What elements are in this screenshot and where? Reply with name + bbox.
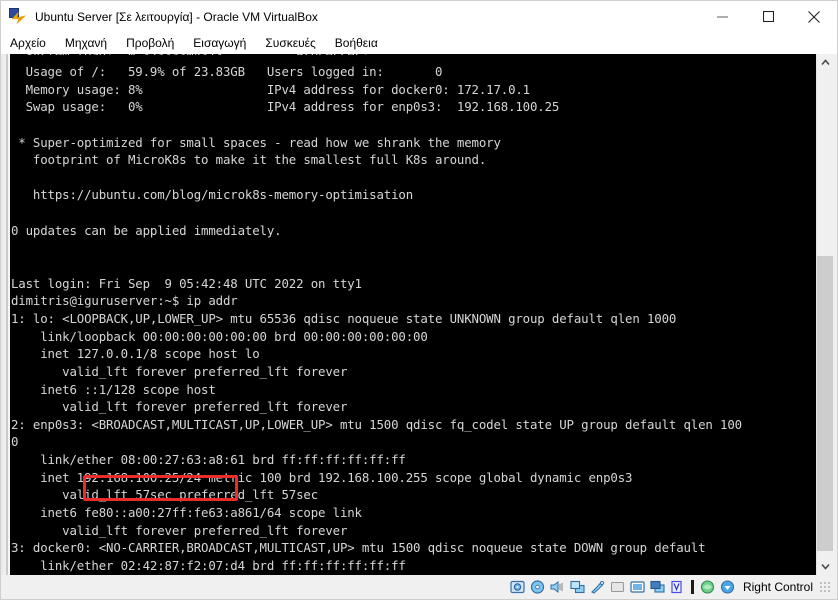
minimize-button[interactable] (699, 1, 745, 32)
terminal-line: System load: 0.32333304313 Processes: (10, 54, 816, 55)
terminal-line: * Super-optimized for small spaces - rea… (11, 134, 501, 150)
window-title: Ubuntu Server [Σε λειτουργία] - Oracle V… (35, 9, 318, 24)
terminal-line: valid_lft 57sec preferred_lft 57sec (11, 487, 319, 503)
menu-item-view[interactable]: Προβολή (126, 34, 183, 52)
host-key-label: Right Control (742, 580, 813, 594)
screen-left-border (1, 54, 10, 575)
status-icon-group (509, 580, 736, 595)
terminal-line: footprint of MicroK8s to make it the sma… (11, 152, 487, 168)
terminal-line: 1: lo: <LOOPBACK,UP,LOWER_UP> mtu 65536 … (11, 310, 677, 326)
close-button[interactable] (791, 1, 837, 32)
terminal-line: inet 127.0.0.1/8 scope host lo (11, 346, 260, 362)
menu-item-input[interactable]: Εισαγωγή (193, 34, 255, 52)
terminal-line: valid_lft forever preferred_lft forever (11, 522, 348, 538)
screen-right-border (833, 54, 837, 575)
terminal-line: link/ether 02:42:87:f2:07:d4 brd ff:ff:f… (11, 557, 406, 573)
hard-disk-icon[interactable] (509, 580, 526, 595)
terminal-line: 2: enp0s3: <BROADCAST,MULTICAST,UP,LOWER… (11, 416, 742, 432)
title-bar: Ubuntu Server [Σε λειτουργία] - Oracle V… (1, 1, 837, 32)
menu-bar: Αρχείο Μηχανή Προβολή Εισαγωγή Συσκευές … (1, 32, 837, 54)
host-key-icon[interactable] (719, 580, 736, 595)
vertical-scrollbar[interactable] (816, 54, 833, 575)
resize-grip[interactable] (819, 581, 831, 593)
menu-item-devices[interactable]: Συσκευές (265, 34, 324, 52)
scroll-down-arrow-icon[interactable] (817, 558, 833, 575)
video-capture-icon[interactable] (669, 580, 686, 595)
menu-item-machine[interactable]: Μηχανή (65, 34, 116, 52)
terminal-line: Usage of /: 59.9% of 23.83GB Users logge… (11, 64, 443, 79)
terminal-line: https://ubuntu.com/blog/microk8s-memory-… (11, 187, 414, 203)
guest-terminal[interactable]: System load: 0.32333304313 Processes: Us… (10, 54, 816, 575)
scrollbar-track[interactable] (817, 71, 833, 558)
optical-disk-icon[interactable] (529, 580, 546, 595)
shared-folders-icon[interactable] (609, 580, 626, 595)
maximize-button[interactable] (745, 1, 791, 32)
scrollbar-thumb[interactable] (817, 256, 833, 551)
guest-screen-area: System load: 0.32333304313 Processes: Us… (1, 54, 837, 575)
virtualbox-logo-icon (9, 7, 27, 26)
scroll-up-arrow-icon[interactable] (817, 54, 833, 71)
terminal-line: 0 (11, 434, 19, 450)
audio-icon[interactable] (549, 580, 566, 595)
terminal-line: inet6 fe80::a00:27ff:fe63:a861/64 scope … (11, 505, 362, 521)
network-icon[interactable] (569, 580, 586, 595)
window-controls (699, 1, 837, 32)
terminal-line: Memory usage: 8% IPv4 address for docker… (11, 81, 531, 97)
terminal-line: 3: docker0: <NO-CARRIER,BROADCAST,MULTIC… (11, 540, 706, 556)
terminal-line: 0 updates can be applied immediately. (11, 222, 282, 238)
terminal-line: link/loopback 00:00:00:00:00:00 brd 00:0… (11, 328, 428, 344)
virtualbox-window: Ubuntu Server [Σε λειτουργία] - Oracle V… (0, 0, 838, 600)
terminal-line: valid_lft forever preferred_lft forever (11, 399, 348, 415)
terminal-line: dimitris@iguruserver:~$ ip addr (11, 293, 238, 309)
remote-desktop-icon[interactable] (649, 580, 666, 595)
terminal-line: inet6 ::1/128 scope host (11, 381, 216, 397)
terminal-line: Swap usage: 0% IPv4 address for enp0s3: … (11, 99, 560, 115)
status-separator (690, 580, 694, 594)
terminal-line: Last login: Fri Sep 9 05:42:48 UTC 2022 … (11, 275, 362, 291)
usb-icon[interactable] (589, 580, 606, 595)
mouse-integration-icon[interactable] (699, 580, 716, 595)
menu-item-file[interactable]: Αρχείο (10, 34, 55, 52)
terminal-line: link/ether 08:00:27:63:a8:61 brd ff:ff:f… (11, 452, 406, 468)
menu-item-help[interactable]: Βοήθεια (335, 34, 387, 52)
status-bar: Right Control (1, 575, 837, 599)
terminal-line: inet 192.168.100.25/24 metric 100 brd 19… (11, 469, 633, 485)
display-icon[interactable] (629, 580, 646, 595)
terminal-line: valid_lft forever preferred_lft forever (11, 363, 348, 379)
